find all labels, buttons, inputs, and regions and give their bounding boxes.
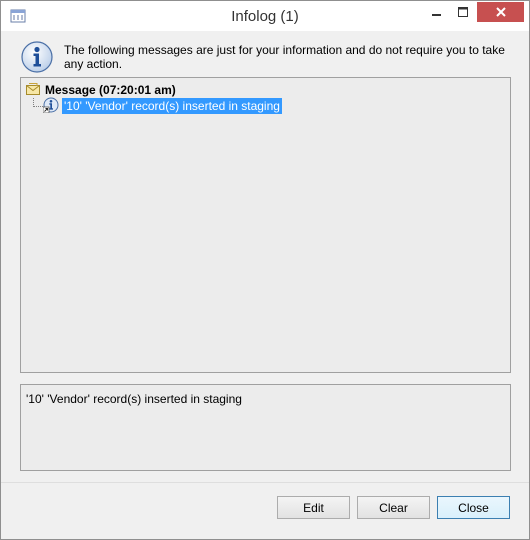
tree-item[interactable]: '10' 'Vendor' record(s) inserted in stag…	[42, 97, 282, 116]
tree-root-label: Message (07:20:01 am)	[45, 83, 176, 97]
detail-text: '10' 'Vendor' record(s) inserted in stag…	[26, 392, 242, 406]
divider	[1, 482, 529, 483]
message-tree[interactable]: Message (07:20:01 am) '10' 'Vendor' reco…	[20, 77, 511, 373]
info-icon	[21, 41, 53, 73]
infolog-window: Infolog (1) The following messages are j…	[0, 0, 530, 540]
envelope-icon	[26, 82, 40, 98]
clear-button[interactable]: Clear	[357, 496, 430, 519]
tree-item-label: '10' 'Vendor' record(s) inserted in stag…	[62, 98, 282, 114]
maximize-icon	[458, 7, 468, 17]
message-detail[interactable]: '10' 'Vendor' record(s) inserted in stag…	[20, 384, 511, 471]
edit-button[interactable]: Edit	[277, 496, 350, 519]
close-button[interactable]: Close	[437, 496, 510, 519]
minimize-icon	[432, 14, 441, 16]
tree-connector	[33, 106, 43, 107]
info-small-icon	[42, 97, 59, 116]
title-bar[interactable]: Infolog (1)	[1, 1, 529, 31]
info-message: The following messages are just for your…	[64, 43, 505, 71]
close-icon	[495, 7, 506, 17]
splitter-handle[interactable]	[253, 376, 273, 386]
minimize-button[interactable]	[424, 2, 450, 22]
window-close-button[interactable]	[477, 2, 524, 22]
maximize-button[interactable]	[450, 2, 476, 22]
